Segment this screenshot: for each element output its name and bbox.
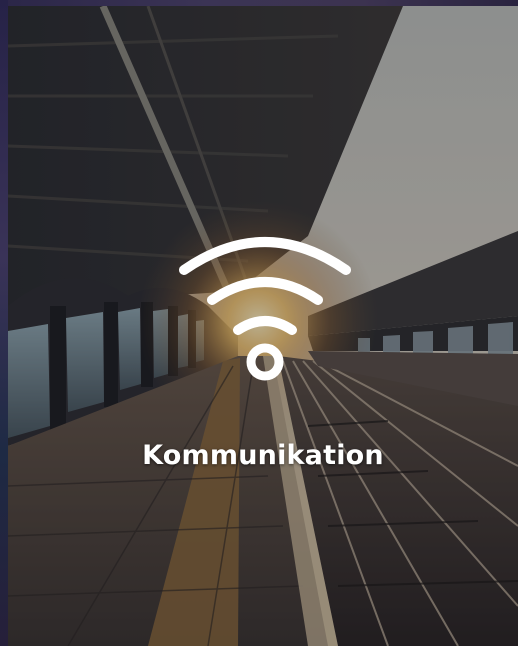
wifi-icon: [179, 237, 351, 381]
tile-border-left: [0, 0, 8, 646]
kommunikation-tile[interactable]: Kommunikation: [0, 0, 518, 646]
tile-label: Kommunikation: [142, 440, 384, 471]
